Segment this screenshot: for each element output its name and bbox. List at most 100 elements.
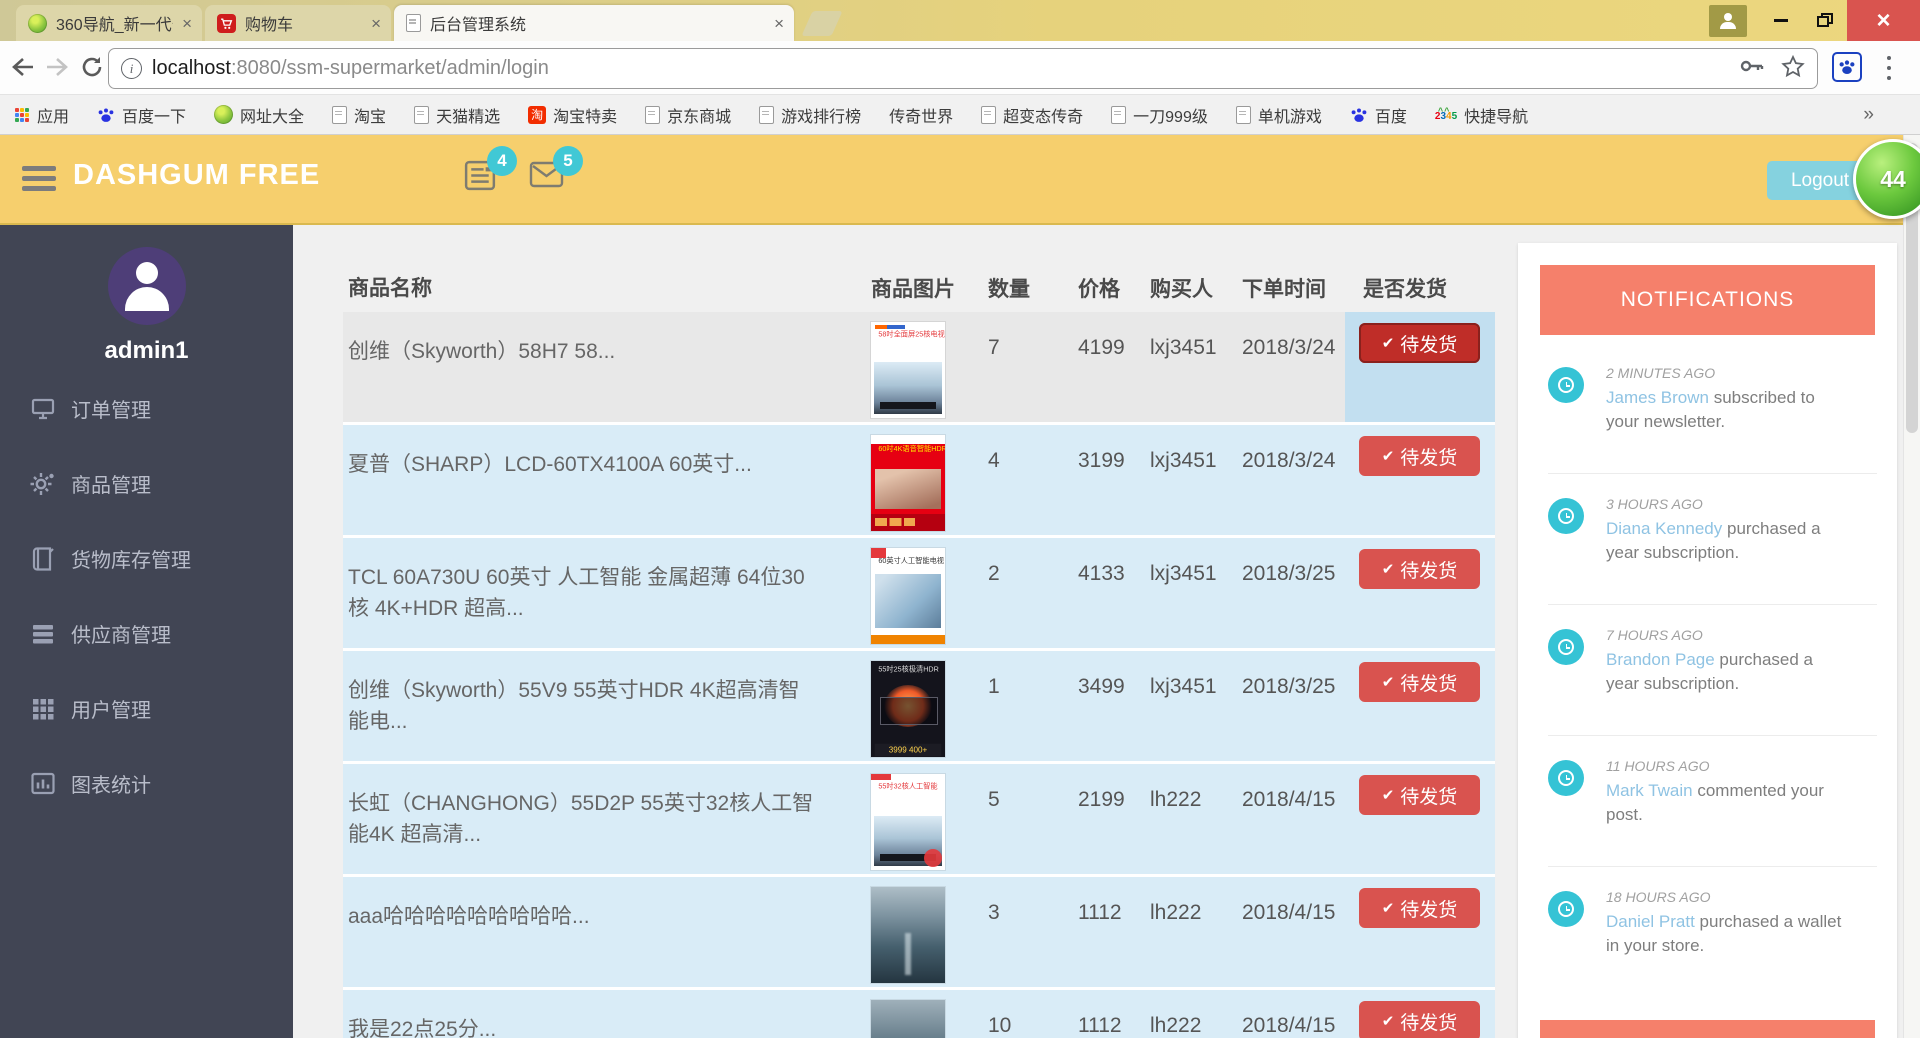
col-header-price: 价格	[1078, 278, 1120, 301]
sidebar-item-products[interactable]: 商品管理	[0, 446, 293, 521]
sidebar-item-charts[interactable]: 图表统计	[0, 746, 293, 821]
sidebar-item-label: 商品管理	[71, 475, 151, 497]
thumb-stamp	[924, 849, 942, 867]
close-button[interactable]	[1847, 0, 1920, 41]
app-header: DASHGUM FREE 4 5 Logout	[0, 135, 1920, 225]
clock-icon	[1548, 498, 1584, 534]
notifications-panel: NOTIFICATIONS 2 MINUTES AGO James Brown …	[1518, 243, 1897, 1038]
bookmark-apps[interactable]: 应用	[14, 103, 69, 127]
mail-notice-button[interactable]: 5	[528, 146, 583, 196]
bookmark-star-icon[interactable]	[1781, 54, 1805, 83]
buyer: lxj3451	[1150, 562, 1217, 585]
bookmark-game-rank[interactable]: 游戏排行榜	[759, 103, 861, 127]
notification-item[interactable]: 11 HOURS AGO Mark Twain commented your p…	[1548, 736, 1877, 867]
notification-time: 11 HOURS AGO	[1606, 758, 1710, 774]
tab-close-icon[interactable]	[774, 15, 784, 32]
avatar-body	[124, 286, 169, 311]
tab-close-icon[interactable]	[371, 15, 381, 32]
sidebar-item-users[interactable]: 用户管理	[0, 671, 293, 746]
thumb-strip	[871, 514, 945, 531]
page-icon	[332, 105, 348, 124]
table-row: 我是22点25分... 10 1112 lh222 2018/4/15 ✔ 待发货	[343, 990, 1495, 1038]
orders-notice-button[interactable]: 4	[462, 146, 517, 199]
sidebar-item-suppliers[interactable]: 供应商管理	[0, 596, 293, 671]
ship-label: 待发货	[1400, 786, 1458, 808]
360-logo-icon	[214, 105, 234, 124]
url-text[interactable]: localhost:8080/ssm-supermarket/admin/log…	[152, 57, 1723, 80]
notification-text: Brandon Page purchased a year subscripti…	[1606, 648, 1846, 696]
product-name: 创维（Skyworth）58H7 58...	[348, 340, 616, 363]
bookmark-360-sites[interactable]: 网址大全	[214, 103, 304, 127]
url-host: localhost	[152, 57, 231, 79]
browser-tab-cart[interactable]: 购物车	[205, 5, 391, 41]
ship-button[interactable]: ✔ 待发货	[1359, 888, 1480, 928]
back-button[interactable]	[10, 55, 36, 84]
bookmark-taobao[interactable]: 淘宝	[332, 103, 386, 127]
restore-button[interactable]	[1803, 0, 1847, 41]
cart-icon	[217, 13, 236, 33]
address-bar[interactable]: localhost:8080/ssm-supermarket/admin/log…	[108, 48, 1818, 89]
quantity: 4	[988, 449, 1000, 472]
notification-user-link[interactable]: James Brown	[1606, 388, 1709, 407]
ship-label: 待发货	[1400, 447, 1458, 469]
forward-button[interactable]	[44, 55, 70, 84]
mail-badge: 5	[553, 146, 583, 176]
product-image: 55吋25核极清HDR 3999 400+	[871, 661, 945, 757]
browser-tab-360[interactable]: 360导航_新一代安全上网	[16, 5, 202, 41]
ship-button[interactable]: ✔ 待发货	[1359, 662, 1480, 702]
bookmark-baidu-search[interactable]: 百度一下	[97, 103, 186, 127]
sidebar-item-label: 图表统计	[71, 775, 151, 797]
notification-item[interactable]: 18 HOURS AGO Daniel Pratt purchased a wa…	[1548, 867, 1877, 998]
bookmark-single-games[interactable]: 单机游戏	[1235, 103, 1322, 127]
browser-profile-icon[interactable]	[1709, 4, 1747, 37]
bookmark-tmall[interactable]: 天猫精选	[414, 103, 500, 127]
thumb-caption: 55吋25核极清HDR	[878, 665, 939, 673]
ship-button[interactable]: ✔ 待发货	[1359, 323, 1480, 363]
notification-item[interactable]: 3 HOURS AGO Diana Kennedy purchased a ye…	[1548, 474, 1877, 605]
tab-title: 后台管理系统	[430, 17, 527, 34]
orders-badge: 4	[487, 146, 517, 176]
notification-user-link[interactable]: Diana Kennedy	[1606, 519, 1722, 538]
bookmark-taobao-sale[interactable]: 淘宝特卖	[528, 103, 617, 127]
bookmark-label: 游戏排行榜	[781, 108, 862, 126]
bookmark-2345-nav[interactable]: 快捷导航	[1435, 103, 1528, 127]
bookmark-label: 快捷导航	[1464, 108, 1529, 126]
profile-body	[1720, 21, 1736, 29]
bookmark-jd[interactable]: 京东商城	[645, 103, 731, 127]
bookmark-baidu[interactable]: 百度	[1350, 103, 1407, 127]
sidebar-item-inventory[interactable]: 货物库存管理	[0, 521, 293, 596]
360-logo-icon	[28, 13, 47, 33]
notification-item[interactable]: 2 MINUTES AGO James Brown subscribed to …	[1548, 343, 1877, 474]
bookmark-legend-world[interactable]: 传奇世界	[889, 103, 953, 127]
password-key-icon[interactable]	[1739, 55, 1765, 82]
buyer: lh222	[1150, 901, 1202, 924]
bookmark-label: 百度一下	[122, 108, 187, 126]
notification-item[interactable]: 7 HOURS AGO Brandon Page purchased a yea…	[1548, 605, 1877, 736]
reload-button[interactable]	[80, 55, 104, 84]
ship-button[interactable]: ✔ 待发货	[1359, 1001, 1480, 1038]
site-info-icon[interactable]	[121, 58, 142, 79]
tab-close-icon[interactable]	[182, 15, 192, 32]
sidebar-toggle-icon[interactable]	[22, 166, 56, 191]
notification-user-link[interactable]: Mark Twain	[1606, 781, 1693, 800]
bookmark-label: 百度	[1374, 108, 1407, 126]
new-tab-button[interactable]	[801, 11, 843, 36]
notification-user-link[interactable]: Daniel Pratt	[1606, 912, 1695, 931]
browser-tab-admin-active[interactable]: 后台管理系统	[394, 5, 794, 41]
product-image	[871, 1000, 945, 1038]
ship-button[interactable]: ✔ 待发货	[1359, 775, 1480, 815]
bookmark-yidao999[interactable]: 一刀999级	[1111, 103, 1208, 127]
minimize-button[interactable]	[1759, 0, 1803, 41]
ship-button[interactable]: ✔ 待发货	[1359, 436, 1480, 476]
bookmarks-overflow-chevron[interactable]: »	[1863, 104, 1874, 126]
sidebar: admin1 订单管理 商品管理 货物库存管理 供应商管理 用户管理 图表统计	[0, 225, 293, 1038]
page-scrollbar[interactable]	[1903, 135, 1920, 1038]
sidebar-item-orders[interactable]: 订单管理	[0, 371, 293, 446]
browser-menu-icon[interactable]	[1886, 53, 1892, 83]
extension-paw-icon[interactable]	[1832, 52, 1862, 82]
thumb-caption: 55吋32核人工智能	[878, 782, 938, 790]
bookmark-super-legend[interactable]: 超变态传奇	[981, 103, 1083, 127]
thumb-tv	[880, 697, 938, 725]
ship-button[interactable]: ✔ 待发货	[1359, 549, 1480, 589]
notification-user-link[interactable]: Brandon Page	[1606, 650, 1715, 669]
